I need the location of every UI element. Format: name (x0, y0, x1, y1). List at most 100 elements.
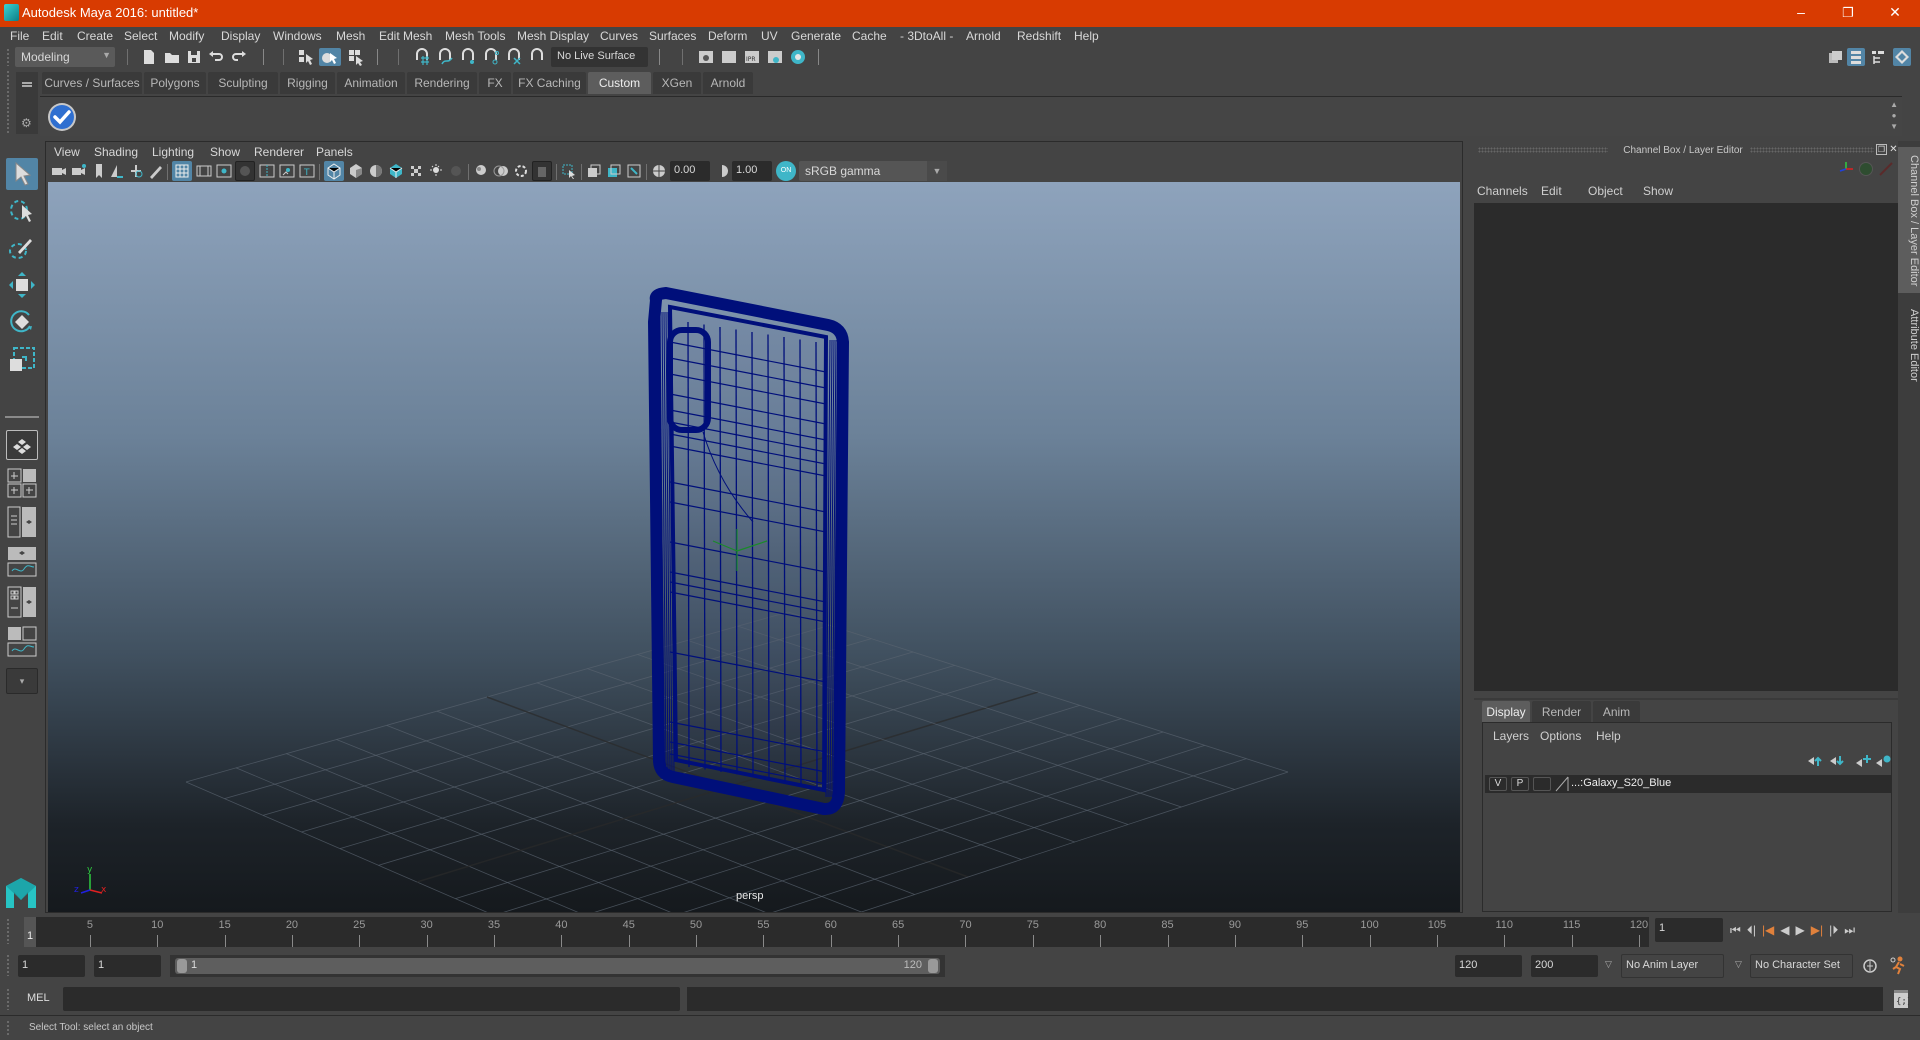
default-material-icon[interactable] (368, 163, 384, 179)
color-space-dropdown[interactable]: sRGB gamma ▼ (799, 161, 947, 181)
smooth-shade-icon[interactable] (348, 163, 364, 179)
go-to-end-icon[interactable]: ⏭ (1844, 923, 1855, 939)
layer-row[interactable]: V P ...:Galaxy_S20_Blue (1485, 775, 1891, 793)
menu-create[interactable]: Create (77, 29, 113, 43)
resolution-gate-icon[interactable] (216, 163, 232, 179)
layer-color-swatch-icon[interactable] (1555, 776, 1569, 792)
new-scene-icon[interactable] (140, 48, 158, 66)
menu-3dtoall[interactable]: - 3DtoAll - (900, 29, 953, 43)
animation-preferences-icon[interactable] (1888, 955, 1908, 975)
shelf-tab-fx[interactable]: FX (479, 72, 511, 94)
step-back-frame-icon[interactable]: ⏴| (1747, 923, 1756, 939)
shelf-tab-fx-caching[interactable]: FX Caching (513, 72, 586, 94)
select-tool-button[interactable] (6, 158, 38, 190)
options-menu[interactable]: Options (1540, 729, 1581, 743)
menu-edit[interactable]: Edit (42, 29, 63, 43)
safe-action-icon[interactable] (279, 163, 295, 179)
toolbar-grip[interactable] (6, 48, 10, 66)
wireframe-on-shaded-icon[interactable] (388, 163, 404, 179)
panel-menu-shading[interactable]: Shading (94, 145, 138, 159)
textured-icon[interactable] (408, 163, 424, 179)
channel-box-toggle-icon[interactable] (1893, 48, 1911, 66)
range-end-handle[interactable] (928, 959, 938, 973)
layers-menu[interactable]: Layers (1493, 729, 1529, 743)
channel-box-attribute-list[interactable] (1474, 203, 1898, 691)
menu-help[interactable]: Help (1074, 29, 1099, 43)
layer-tab-display[interactable]: Display (1482, 701, 1530, 722)
side-tab-channel-box[interactable]: Channel Box / Layer Editor (1898, 147, 1920, 293)
time-slider-grip[interactable] (6, 918, 10, 944)
shelf-tab-polygons[interactable]: Polygons (144, 72, 206, 94)
xray-active-components-icon[interactable] (606, 163, 622, 179)
render-current-frame-icon[interactable] (720, 48, 738, 66)
shelf-tab-rendering[interactable]: Rendering (407, 72, 477, 94)
edit-menu[interactable]: Edit (1541, 184, 1562, 198)
depth-of-field-button[interactable] (532, 161, 552, 181)
create-empty-layer-icon[interactable] (1855, 754, 1871, 768)
wireframe-toggle-button[interactable] (324, 161, 344, 181)
gamma-icon[interactable] (714, 163, 730, 179)
grease-pencil-icon[interactable] (148, 163, 164, 179)
step-forward-frame-icon[interactable]: |⏵ (1829, 923, 1838, 939)
help-line-grip[interactable] (6, 1020, 10, 1036)
shelf-menu-icon[interactable] (22, 82, 32, 84)
range-slider-track[interactable]: 1 120 (170, 955, 945, 977)
lasso-tool-button[interactable] (6, 195, 38, 227)
show-menu[interactable]: Show (1643, 184, 1673, 198)
command-line-grip[interactable] (6, 988, 10, 1010)
hyperbolic-icon[interactable] (1878, 161, 1894, 177)
panel-menu-show[interactable]: Show (210, 145, 240, 159)
make-live-icon[interactable] (505, 48, 523, 66)
menu-file[interactable]: File (10, 29, 29, 43)
create-layer-from-selected-icon[interactable] (1875, 754, 1891, 768)
menu-edit-mesh[interactable]: Edit Mesh (379, 29, 432, 43)
select-by-object-icon[interactable] (319, 48, 341, 66)
help-menu[interactable]: Help (1596, 729, 1621, 743)
go-to-start-icon[interactable]: ⏮ (1730, 923, 1741, 939)
select-by-hierarchy-icon[interactable] (297, 48, 315, 66)
layer-tab-render[interactable]: Render (1532, 701, 1591, 722)
animation-start-field[interactable]: 1 (18, 955, 85, 977)
menu-surfaces[interactable]: Surfaces (649, 29, 696, 43)
playback-start-field[interactable]: 1 (94, 955, 161, 977)
live-surface-field[interactable]: No Live Surface (551, 47, 648, 67)
film-gate-icon[interactable] (196, 163, 212, 179)
panel-menu-renderer[interactable]: Renderer (254, 145, 304, 159)
menu-select[interactable]: Select (124, 29, 157, 43)
menu-uv[interactable]: UV (761, 29, 778, 43)
anti-aliasing-icon[interactable] (513, 163, 529, 179)
paint-select-tool-button[interactable] (6, 232, 38, 264)
layer-name[interactable]: ...:Galaxy_S20_Blue (1571, 777, 1671, 789)
exposure-field[interactable]: 0.00 (670, 161, 710, 181)
select-by-component-icon[interactable] (347, 48, 365, 66)
shelf-tab-arnold[interactable]: Arnold (703, 72, 753, 94)
auto-key-icon[interactable] (1861, 957, 1879, 975)
float-panel-icon[interactable]: ❐ (1876, 144, 1887, 155)
menu-modify[interactable]: Modify (169, 29, 204, 43)
panel-grip-left[interactable] (1478, 147, 1608, 153)
menu-windows[interactable]: Windows (273, 29, 322, 43)
shelf-tab-xgen[interactable]: XGen (653, 72, 701, 94)
range-start-handle[interactable] (177, 959, 187, 973)
shelf-grip[interactable] (6, 70, 10, 134)
attribute-editor-toggle-icon[interactable] (1847, 48, 1865, 66)
single-perspective-layout-button[interactable] (6, 430, 38, 460)
snap-to-grid-icon[interactable] (413, 48, 431, 66)
galaxy-s20-wireframe-mesh[interactable] (647, 286, 850, 816)
time-ruler[interactable]: 1 5 10 15 20 25 30 35 40 45 50 55 60 65 70 75 80 85 90 95 1… (24, 917, 1649, 947)
minimize-button[interactable]: – (1779, 0, 1823, 27)
image-plane-icon[interactable] (108, 163, 124, 179)
mel-command-input[interactable] (63, 987, 680, 1011)
safe-title-icon[interactable]: T (299, 163, 315, 179)
menu-arnold[interactable]: Arnold (966, 29, 1001, 43)
move-layer-down-icon[interactable] (1829, 754, 1845, 768)
layout-more-dropdown[interactable]: ▾ (6, 668, 38, 694)
xray-icon[interactable] (586, 163, 602, 179)
3d-viewport[interactable]: persp y x z (48, 182, 1460, 912)
snap-to-view-plane-icon[interactable] (482, 48, 500, 66)
step-back-key-icon[interactable]: |◀ (1762, 923, 1774, 939)
field-chart-icon[interactable] (259, 163, 275, 179)
move-tool-button[interactable] (6, 269, 38, 301)
shelf-tab-sculpting[interactable]: Sculpting (208, 72, 278, 94)
shelf-tab-custom[interactable]: Custom (588, 72, 651, 94)
